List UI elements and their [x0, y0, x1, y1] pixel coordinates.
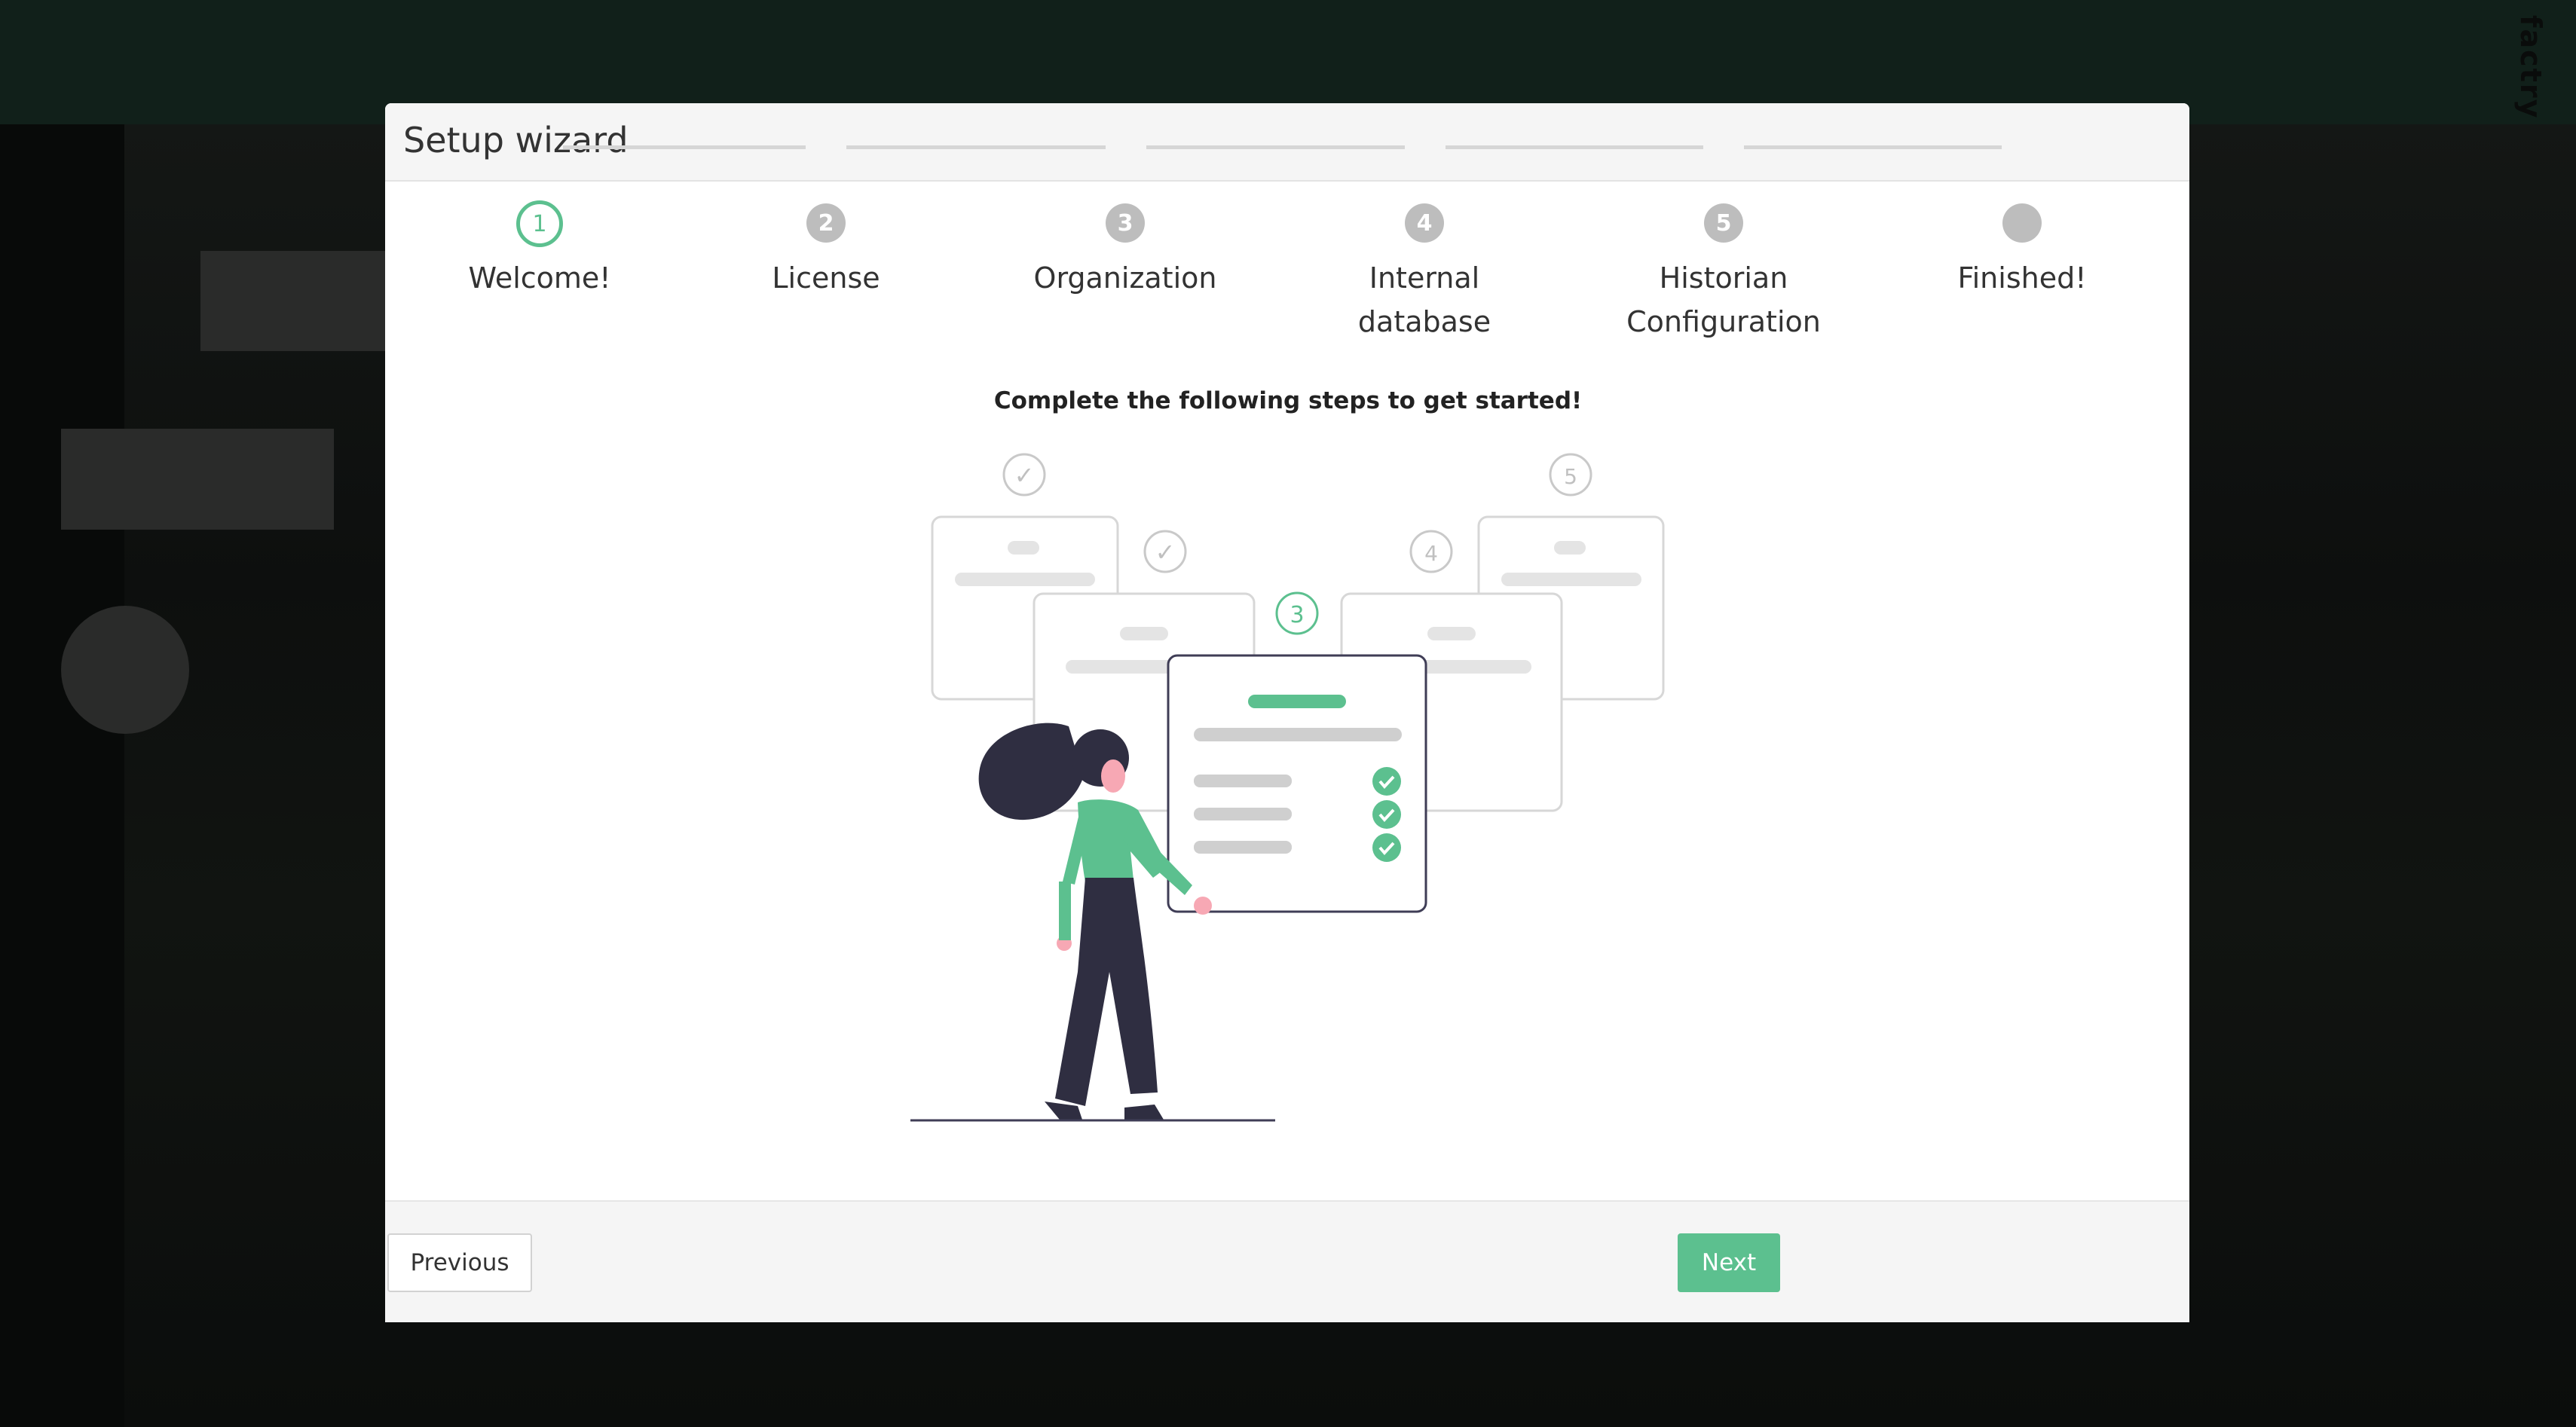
step-3-indicator: 3	[1106, 203, 1145, 243]
step-connector	[1744, 145, 2002, 149]
app-sidebar	[0, 124, 124, 1427]
background-placeholder-block	[200, 251, 389, 351]
background-placeholder-circle	[61, 606, 189, 734]
previous-button[interactable]: Previous	[387, 1233, 532, 1292]
background-placeholder-block	[61, 429, 334, 530]
card-line	[1194, 841, 1292, 854]
step-label-internal-database: Internal database	[1357, 261, 1491, 338]
check-icon: ✓	[1155, 538, 1176, 567]
step-4-indicator: 4	[1405, 203, 1444, 243]
wizard-intro-text: Complete the following steps to get star…	[993, 387, 1583, 414]
modal-title: Setup wizard	[403, 120, 629, 160]
card-line	[1427, 627, 1476, 640]
card-line	[1194, 775, 1292, 787]
step-connector	[1446, 145, 1703, 149]
step-label-historian-configuration: Historian Configuration	[1626, 261, 1821, 338]
next-button[interactable]: Next	[1678, 1233, 1780, 1292]
step-label-finished: Finished!	[1957, 261, 2087, 295]
brand-logo: factry	[2514, 15, 2547, 120]
step-2-indicator: 2	[806, 203, 846, 243]
check-circle-icon	[1372, 800, 1401, 829]
step-number: 5	[1564, 464, 1577, 489]
modal-footer	[385, 1200, 2189, 1322]
step-connector	[563, 145, 806, 149]
check-icon: ✓	[1014, 461, 1035, 490]
check-circle-icon	[1372, 767, 1401, 796]
step-label-welcome: Welcome!	[468, 261, 611, 295]
step-connector	[1146, 145, 1405, 149]
card-line	[1501, 573, 1641, 586]
step-number: 4	[1424, 541, 1438, 566]
setup-steps-illustration: ✓ ✓ 3 4 5	[910, 453, 1665, 1122]
card-line	[1194, 808, 1292, 820]
step-number: 3	[1290, 602, 1304, 628]
step-finished-indicator	[2002, 203, 2042, 243]
card-line	[1554, 541, 1586, 555]
step-label-organization: Organization	[1033, 261, 1217, 295]
modal-header: Setup wizard	[385, 103, 2189, 182]
step-label-license: License	[772, 261, 880, 295]
step-1-indicator: 1	[516, 200, 563, 247]
check-circle-icon	[1372, 833, 1401, 862]
step-connector	[846, 145, 1106, 149]
step-5-indicator: 5	[1704, 203, 1743, 243]
card-line	[955, 573, 1095, 586]
card-line	[1120, 627, 1168, 640]
card-line	[1248, 695, 1346, 708]
card-line	[1008, 541, 1039, 555]
card-line	[1194, 728, 1402, 741]
